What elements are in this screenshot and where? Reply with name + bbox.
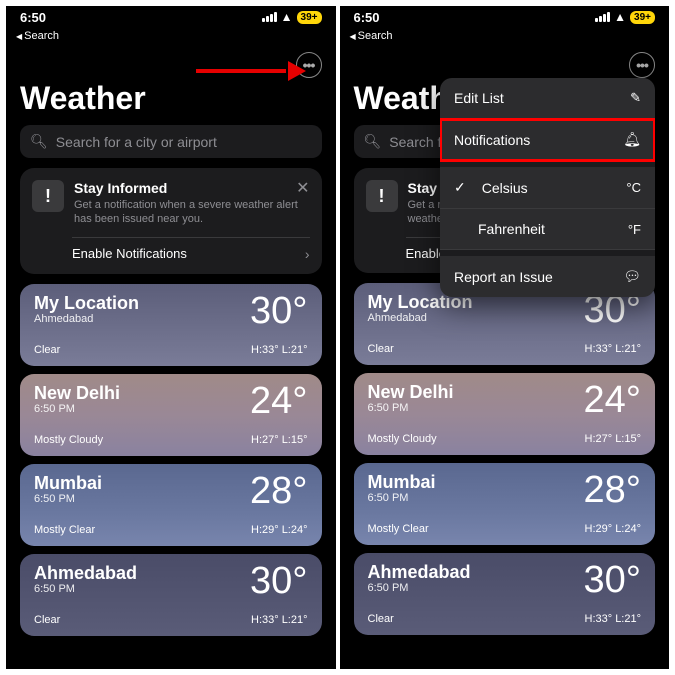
more-button[interactable]: •••	[629, 52, 655, 78]
city-hilo: H:27° L:15°	[585, 433, 642, 445]
city-name: New Delhi	[34, 384, 120, 402]
enable-notifications-button[interactable]: Enable Notifications ›	[32, 246, 310, 262]
menu-fahrenheit[interactable]: Fahrenheit °F	[440, 209, 655, 250]
city-sub: 6:50 PM	[34, 493, 102, 505]
city-condition: Clear	[368, 343, 394, 355]
page-title: Weather	[6, 80, 336, 125]
city-card[interactable]: My LocationAhmedabad 30° Clear H:33° L:21°	[20, 284, 322, 366]
search-icon: 🔍︎	[30, 133, 48, 150]
back-button[interactable]: Search	[340, 28, 670, 48]
city-temp: 28°	[250, 474, 307, 508]
city-condition: Mostly Cloudy	[34, 434, 103, 446]
alert-icon: !	[366, 180, 398, 212]
city-condition: Mostly Clear	[34, 524, 95, 536]
cellular-icon	[262, 12, 277, 22]
status-bar: 6:50 ▲ 39+	[340, 6, 670, 28]
cellular-icon	[595, 12, 610, 22]
alert-banner: ! Stay Informed Get a notification when …	[20, 168, 322, 274]
city-sub: 6:50 PM	[34, 403, 120, 415]
menu-celsius[interactable]: ✓Celsius °C	[440, 167, 655, 209]
search-input[interactable]: 🔍︎ Search for a city or airport	[20, 125, 322, 158]
city-temp: 24°	[250, 384, 307, 418]
city-temp: 28°	[584, 473, 641, 507]
city-hilo: H:29° L:24°	[251, 524, 308, 536]
status-icons: ▲ 39+	[595, 10, 655, 24]
city-card[interactable]: Ahmedabad6:50 PM 30° Clear H:33° L:21°	[354, 553, 656, 635]
city-name: New Delhi	[368, 383, 454, 401]
city-name: Ahmedabad	[34, 564, 137, 582]
status-time: 6:50	[20, 10, 46, 25]
city-list-left: My LocationAhmedabad30°ClearH:33° L:21°N…	[6, 284, 336, 636]
status-time: 6:50	[354, 10, 380, 25]
city-sub: 6:50 PM	[368, 582, 471, 594]
city-sub: 6:50 PM	[368, 402, 454, 414]
city-temp: 30°	[584, 563, 641, 597]
alert-icon: !	[32, 180, 64, 212]
city-hilo: H:33° L:21°	[585, 343, 642, 355]
banner-subtitle: Get a notification when a severe weather…	[74, 198, 310, 227]
city-card[interactable]: Mumbai6:50 PM 28° Mostly Clear H:29° L:24°	[20, 464, 322, 546]
back-button[interactable]: Search	[6, 28, 336, 48]
search-icon: 🔍︎	[364, 133, 382, 150]
city-sub: 6:50 PM	[34, 583, 137, 595]
city-card[interactable]: New Delhi6:50 PM 24° Mostly Cloudy H:27° L:…	[20, 374, 322, 456]
city-card[interactable]: Mumbai6:50 PM 28° Mostly Clear H:29° L:24°	[354, 463, 656, 545]
city-condition: Clear	[34, 614, 60, 626]
city-name: Ahmedabad	[368, 563, 471, 581]
annotation-arrow	[196, 61, 306, 81]
city-hilo: H:29° L:24°	[585, 523, 642, 535]
city-condition: Clear	[34, 344, 60, 356]
pencil-icon: ✎	[630, 90, 641, 106]
city-hilo: H:33° L:21°	[585, 613, 642, 625]
city-sub: Ahmedabad	[34, 313, 139, 325]
search-placeholder: Search for a city or airport	[56, 134, 217, 150]
city-card[interactable]: New Delhi6:50 PM 24° Mostly Cloudy H:27° L:…	[354, 373, 656, 455]
check-icon: ✓	[454, 179, 466, 196]
close-icon[interactable]: ✕	[296, 178, 309, 198]
city-hilo: H:33° L:21°	[251, 614, 308, 626]
city-temp: 24°	[584, 383, 641, 417]
phone-left: 6:50 ▲ 39+ Search ••• Weather 🔍︎ Search …	[6, 6, 336, 669]
city-sub: 6:50 PM	[368, 492, 436, 504]
header-row: •••	[340, 48, 670, 80]
city-condition: Clear	[368, 613, 394, 625]
menu-edit-list[interactable]: Edit List ✎	[440, 78, 655, 119]
banner-title: Stay Informed	[74, 180, 310, 196]
city-sub: Ahmedabad	[368, 312, 473, 324]
battery-icon: 39+	[297, 11, 322, 24]
wifi-icon: ▲	[281, 10, 293, 24]
status-icons: ▲ 39+	[262, 10, 322, 24]
city-temp: 30°	[250, 564, 307, 598]
chat-icon: 💬︎	[623, 268, 641, 285]
city-card[interactable]: Ahmedabad6:50 PM 30° Clear H:33° L:21°	[20, 554, 322, 636]
city-name: Mumbai	[368, 473, 436, 491]
menu-notifications[interactable]: Notifications 🔔︎	[440, 119, 655, 161]
chevron-right-icon: ›	[305, 246, 310, 262]
city-name: Mumbai	[34, 474, 102, 492]
city-temp: 30°	[584, 293, 641, 327]
city-condition: Mostly Clear	[368, 523, 429, 535]
city-condition: Mostly Cloudy	[368, 433, 437, 445]
phone-right: 6:50 ▲ 39+ Search ••• Weathe 🔍︎ Search f…	[340, 6, 670, 669]
city-temp: 30°	[250, 294, 307, 328]
city-hilo: H:27° L:15°	[251, 434, 308, 446]
bell-icon: 🔔︎	[623, 131, 641, 148]
city-hilo: H:33° L:21°	[251, 344, 308, 356]
menu-report-issue[interactable]: Report an Issue 💬︎	[440, 256, 655, 297]
options-menu: Edit List ✎ Notifications 🔔︎ ✓Celsius °C…	[440, 78, 655, 297]
battery-icon: 39+	[630, 11, 655, 24]
city-name: My Location	[34, 294, 139, 312]
wifi-icon: ▲	[614, 10, 626, 24]
city-list-right: My LocationAhmedabad30°ClearH:33° L:21°N…	[340, 283, 670, 635]
status-bar: 6:50 ▲ 39+	[6, 6, 336, 28]
